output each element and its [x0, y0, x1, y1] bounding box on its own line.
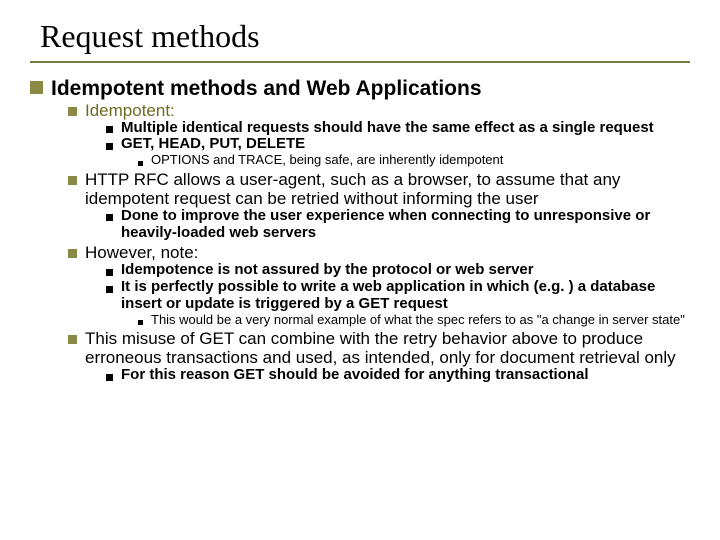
- bullet-icon: [106, 374, 113, 381]
- bullet-text: GET, HEAD, PUT, DELETE: [121, 136, 305, 153]
- bullet-text: HTTP RFC allows a user-agent, such as a …: [85, 170, 690, 208]
- bullet-text: However, note:: [85, 243, 198, 262]
- slide: Request methods Idempotent methods and W…: [0, 0, 720, 540]
- bullet-icon: [68, 107, 77, 116]
- bullet-l2: However, note:: [68, 243, 690, 262]
- bullet-text: Idempotent methods and Web Applications: [51, 77, 482, 101]
- bullet-l4: This would be a very normal example of w…: [138, 313, 690, 328]
- bullet-icon: [68, 249, 77, 258]
- bullet-icon: [106, 214, 113, 221]
- bullet-text: Idempotence is not assured by the protoc…: [121, 262, 534, 279]
- bullet-l3: For this reason GET should be avoided fo…: [106, 367, 690, 384]
- bullet-l3: Done to improve the user experience when…: [106, 208, 690, 242]
- bullet-icon: [106, 143, 113, 150]
- bullet-text: Idempotent:: [85, 101, 175, 120]
- bullet-icon: [106, 126, 113, 133]
- bullet-text: Multiple identical requests should have …: [121, 120, 654, 137]
- bullet-text: For this reason GET should be avoided fo…: [121, 367, 589, 384]
- bullet-icon: [68, 335, 77, 344]
- bullet-text: It is perfectly possible to write a web …: [121, 279, 690, 313]
- bullet-text: OPTIONS and TRACE, being safe, are inher…: [151, 153, 503, 168]
- bullet-l3: Idempotence is not assured by the protoc…: [106, 262, 690, 279]
- bullet-icon: [68, 176, 77, 185]
- bullet-l2: This misuse of GET can combine with the …: [68, 329, 690, 367]
- title-rule: [30, 61, 690, 63]
- bullet-icon: [106, 269, 113, 276]
- bullet-l1: Idempotent methods and Web Applications: [30, 77, 690, 101]
- slide-title: Request methods: [40, 18, 690, 55]
- bullet-l2: HTTP RFC allows a user-agent, such as a …: [68, 170, 690, 208]
- bullet-l4: OPTIONS and TRACE, being safe, are inher…: [138, 153, 690, 168]
- bullet-text: This misuse of GET can combine with the …: [85, 329, 690, 367]
- bullet-icon: [106, 286, 113, 293]
- bullet-icon: [138, 161, 143, 166]
- bullet-icon: [138, 320, 143, 325]
- bullet-l2: Idempotent:: [68, 101, 690, 120]
- bullet-icon: [30, 81, 43, 94]
- bullet-l3: Multiple identical requests should have …: [106, 120, 690, 137]
- bullet-l3: GET, HEAD, PUT, DELETE: [106, 136, 690, 153]
- bullet-text: This would be a very normal example of w…: [151, 313, 685, 328]
- bullet-text: Done to improve the user experience when…: [121, 208, 690, 242]
- bullet-l3: It is perfectly possible to write a web …: [106, 279, 690, 313]
